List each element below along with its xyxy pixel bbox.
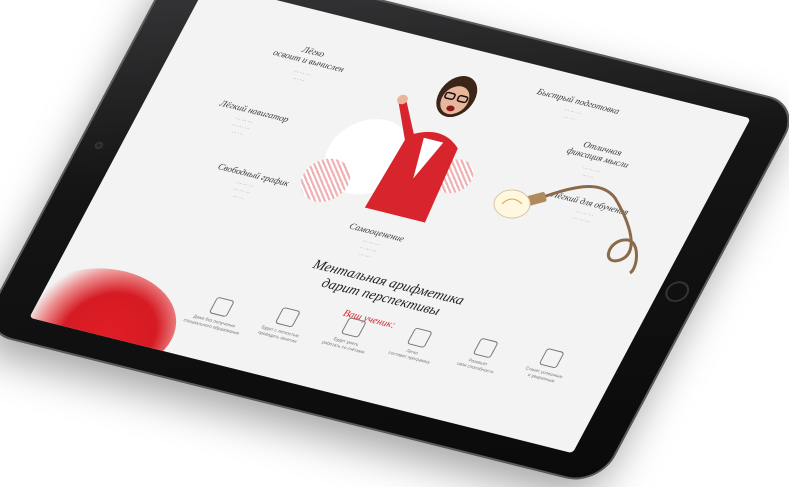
clipboard-icon (208, 296, 235, 318)
group-icon (406, 327, 433, 349)
scales-icon (538, 347, 565, 369)
feature-item: Даже без получения специального образова… (181, 292, 256, 337)
feature-item: Будет с легкостью проводить занятия (247, 302, 322, 347)
tablet-device: Лёгко освоит и вычислен ··· ··· ··· ··· ·… (0, 0, 789, 487)
lamp-illustration (493, 184, 638, 275)
brain-icon (472, 337, 499, 359)
feature-item: Станет успешным и уверенным (510, 343, 585, 388)
chart-board-icon (340, 317, 367, 338)
feature-item: Разовьёт свои способности (445, 333, 520, 378)
graduation-cap-icon (274, 306, 301, 328)
